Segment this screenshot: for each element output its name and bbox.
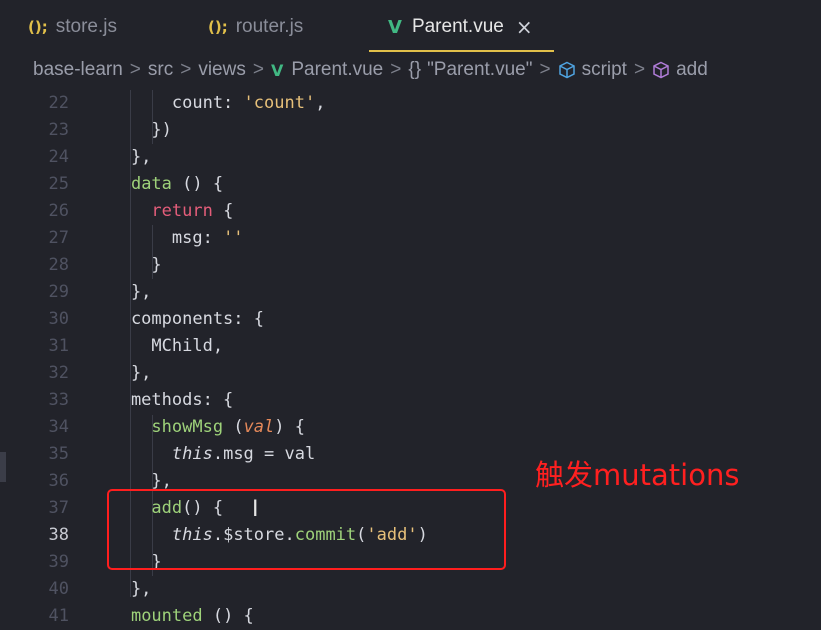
vue-file-icon: V [270, 60, 284, 80]
tab-label: router.js [235, 16, 304, 37]
code-text: mounted () { [130, 606, 254, 626]
breadcrumb-separator: > [180, 59, 192, 80]
code-line[interactable]: 28 } [0, 252, 821, 279]
breadcrumb-separator: > [633, 59, 646, 80]
code-line[interactable]: 31 MChild, [0, 333, 821, 360]
text-cursor-icon: I [252, 497, 259, 522]
code-text: methods: { [90, 390, 234, 410]
active-tab-indicator [369, 50, 554, 52]
breadcrumb-separator: > [252, 59, 264, 80]
code-text: }, [90, 147, 152, 167]
line-number: 33 [48, 390, 69, 410]
js-file-icon: (); [28, 18, 48, 36]
tab-bar: (); store.js (); router.js V Parent.vue … [0, 0, 821, 54]
code-text: }, [90, 363, 152, 383]
line-number: 32 [48, 363, 69, 383]
breadcrumb-item[interactable]: add [676, 59, 708, 81]
code-text: msg: '' [90, 228, 244, 248]
line-number: 34 [48, 417, 69, 437]
breadcrumb-item[interactable]: src [148, 59, 173, 81]
tab-label: store.js [55, 16, 117, 37]
code-text: }, [90, 282, 152, 302]
code-text: } [90, 255, 162, 275]
line-number: 25 [48, 174, 69, 194]
tab-parent-vue[interactable]: V Parent.vue × [388, 0, 533, 54]
code-line[interactable]: 23 }) [0, 117, 821, 144]
code-text: return { [151, 201, 234, 221]
breadcrumb-item[interactable]: Parent.vue [291, 59, 383, 81]
code-text: showMsg (val) { [151, 417, 305, 437]
vue-file-icon: V [388, 16, 402, 38]
module-icon [558, 61, 575, 79]
line-number: 40 [48, 579, 69, 599]
code-line[interactable]: 27 msg: '' [0, 225, 821, 252]
code-line[interactable]: 29 }, [0, 279, 821, 306]
line-number: 28 [48, 255, 69, 275]
line-number: 39 [48, 552, 69, 572]
line-number: 27 [48, 228, 69, 248]
breadcrumb-item[interactable]: "Parent.vue" [427, 59, 532, 81]
code-line[interactable]: 24 }, [0, 144, 821, 171]
breadcrumb-separator: > [390, 59, 402, 80]
tab-router-js[interactable]: (); router.js [208, 0, 303, 54]
code-line[interactable]: 41 mounted () { [0, 603, 821, 630]
code-line[interactable]: 30 components: { [0, 306, 821, 333]
code-text: MChild, [90, 336, 224, 356]
code-text: count: 'count', [90, 93, 326, 113]
tab-label: Parent.vue [411, 16, 504, 37]
close-icon[interactable]: × [516, 15, 533, 39]
line-number: 31 [48, 336, 69, 356]
method-icon [653, 61, 669, 79]
tab-store-js[interactable]: (); store.js [28, 0, 117, 54]
line-number: 30 [48, 309, 69, 329]
breadcrumb-item[interactable]: script [582, 59, 627, 81]
code-line[interactable]: 34 showMsg (val) { [0, 414, 821, 441]
breadcrumb-separator: > [129, 59, 141, 80]
code-text: }) [90, 120, 172, 140]
line-number: 41 [48, 606, 69, 626]
annotation-label: 触发mutations [535, 458, 740, 492]
line-number: 26 [48, 201, 69, 221]
code-line[interactable]: 22 count: 'count', [0, 90, 821, 117]
line-number: 37 [48, 498, 69, 518]
line-number: 24 [48, 147, 69, 167]
code-text: components: { [90, 309, 264, 329]
code-line[interactable]: 26 return { [0, 198, 821, 225]
code-line[interactable]: 40 }, [0, 576, 821, 603]
breadcrumb: base-learn > src > views > V Parent.vue … [0, 54, 821, 86]
breadcrumb-item[interactable]: base-learn [33, 59, 123, 81]
code-line[interactable]: 32 }, [0, 360, 821, 387]
braces-icon: {} [408, 59, 422, 80]
line-number: 38 [48, 525, 69, 545]
code-text: }, [90, 579, 152, 599]
code-line[interactable]: 33 methods: { [0, 387, 821, 414]
breadcrumb-item[interactable]: views [198, 59, 246, 81]
line-number: 22 [48, 93, 69, 113]
breadcrumb-separator: > [539, 59, 551, 80]
line-number: 29 [48, 282, 69, 302]
line-number: 23 [48, 120, 69, 140]
code-text: data () { [130, 174, 224, 194]
code-text: this.msg = val [171, 444, 316, 464]
highlight-box [107, 489, 506, 570]
code-line[interactable]: 25 data () { [0, 171, 821, 198]
js-file-icon: (); [208, 18, 228, 36]
line-number: 36 [48, 471, 69, 491]
line-number: 35 [48, 444, 69, 464]
